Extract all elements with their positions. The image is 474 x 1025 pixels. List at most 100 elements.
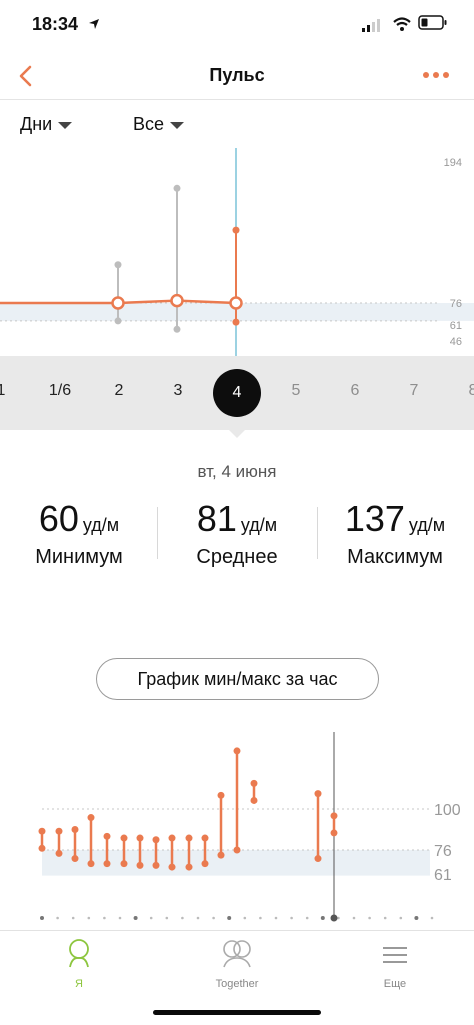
daily-heart-rate-chart[interactable]: 194 76 61 46 [0, 140, 474, 356]
range-min-point [55, 849, 63, 857]
wifi-icon [393, 17, 411, 31]
more-options-button[interactable] [418, 58, 454, 92]
range-max-point [201, 834, 209, 842]
range-max-point [330, 812, 338, 820]
tab-more[interactable]: Еще [350, 937, 440, 990]
x-axis-tick [40, 916, 44, 920]
chevron-left-icon [19, 65, 32, 87]
range-min-point [201, 860, 209, 868]
range-max-point [87, 814, 95, 822]
menu-icon [383, 947, 407, 963]
range-min-point [120, 860, 128, 868]
x-axis-tick [71, 916, 75, 920]
min-unit: уд/м [82, 515, 120, 535]
x-axis-tick [212, 916, 215, 920]
y-tick-label: 100 [434, 802, 461, 819]
date-item[interactable]: 1/6 [40, 382, 80, 400]
range-max-point [120, 834, 128, 842]
hourly-heart-rate-chart[interactable]: 100 76 61 [0, 728, 474, 928]
range-min-point [185, 863, 193, 871]
x-axis-tick [133, 916, 138, 920]
selected-date-label: вт, 4 июня [197, 462, 277, 481]
x-axis-tick [352, 916, 356, 920]
date-item-selected[interactable]: 4 [213, 369, 261, 417]
date-item[interactable]: 3 [158, 382, 198, 400]
range-min-point [232, 318, 240, 326]
date-item[interactable]: 2 [99, 382, 139, 400]
range-max-point [173, 184, 181, 192]
x-axis-tick [87, 916, 91, 920]
x-axis-tick [103, 916, 106, 920]
tab-me-label: Я [75, 978, 83, 990]
max-unit: уд/м [408, 515, 446, 535]
chevron-down-icon [58, 122, 73, 129]
date-item[interactable]: 6 [335, 382, 375, 400]
reference-band [42, 850, 430, 876]
page-title: Пульс [209, 65, 265, 85]
range-min-point [136, 861, 144, 869]
x-axis-tick [399, 916, 403, 920]
x-axis-tick [149, 916, 153, 920]
range-max-point [55, 827, 63, 835]
avg-value: 81 [196, 498, 237, 539]
back-button[interactable] [10, 58, 44, 92]
range-max-point [314, 790, 322, 798]
x-axis-tick [196, 916, 200, 920]
range-min-point [217, 851, 225, 859]
chevron-down-icon [170, 122, 185, 129]
average-point [111, 296, 125, 310]
avg-unit: уд/м [240, 515, 278, 535]
period-filter-label: Дни [20, 114, 53, 134]
group-icon [223, 940, 251, 968]
range-min-point [38, 844, 46, 852]
x-axis-tick [305, 916, 309, 920]
min-value: 60 [38, 498, 79, 539]
location-arrow-icon [89, 19, 99, 29]
range-max-point [136, 834, 144, 842]
tab-together[interactable]: Together [192, 937, 282, 990]
date-selector[interactable]: 1 1/6 2 3 4 5 6 7 8 [0, 356, 474, 430]
person-icon [69, 939, 89, 968]
date-item[interactable]: 5 [276, 382, 316, 400]
range-max-point [250, 779, 258, 787]
range-max-point [114, 261, 122, 269]
battery-icon [418, 15, 447, 30]
period-filter-dropdown[interactable]: Дни [20, 114, 73, 135]
tab-more-label: Еще [383, 978, 407, 990]
date-item[interactable]: 1 [0, 382, 21, 400]
avg-label: Среднее [196, 546, 278, 568]
y-tick-label: 61 [450, 320, 462, 332]
date-item[interactable]: 8 [453, 382, 474, 400]
range-min-point [330, 829, 338, 837]
status-bar: 18:34 [0, 0, 474, 50]
range-max-point [185, 834, 193, 842]
average-point [170, 293, 184, 308]
hourly-min-max-button[interactable]: График мин/макс за час [96, 658, 379, 700]
selected-date-pointer [229, 430, 245, 438]
type-filter-dropdown[interactable]: Все [133, 114, 185, 135]
date-item[interactable]: 7 [394, 382, 434, 400]
max-label: Максимум [347, 546, 443, 568]
x-axis-tick [259, 916, 262, 920]
x-axis-tick [430, 916, 434, 920]
tab-me[interactable]: Я [34, 937, 124, 990]
x-axis-tick [320, 916, 325, 920]
type-filter-label: Все [133, 114, 165, 134]
avg-stat: 81 уд/м Среднее [158, 498, 316, 569]
x-axis-tick [290, 916, 293, 920]
x-axis-tick [227, 916, 232, 920]
range-max-point [233, 747, 241, 755]
cursor-handle [330, 914, 338, 922]
tab-together-label: Together [215, 978, 259, 990]
range-min-point [233, 846, 241, 854]
x-axis-tick [274, 916, 278, 920]
range-max-point [152, 836, 160, 844]
max-stat: 137 уд/м Максимум [316, 498, 474, 569]
range-min-point [173, 325, 181, 333]
x-axis-tick [118, 916, 122, 920]
range-max-point [232, 226, 240, 234]
x-axis-tick [56, 916, 59, 920]
range-max-point [217, 791, 225, 799]
x-axis-tick [383, 916, 387, 920]
home-indicator [153, 1010, 321, 1015]
